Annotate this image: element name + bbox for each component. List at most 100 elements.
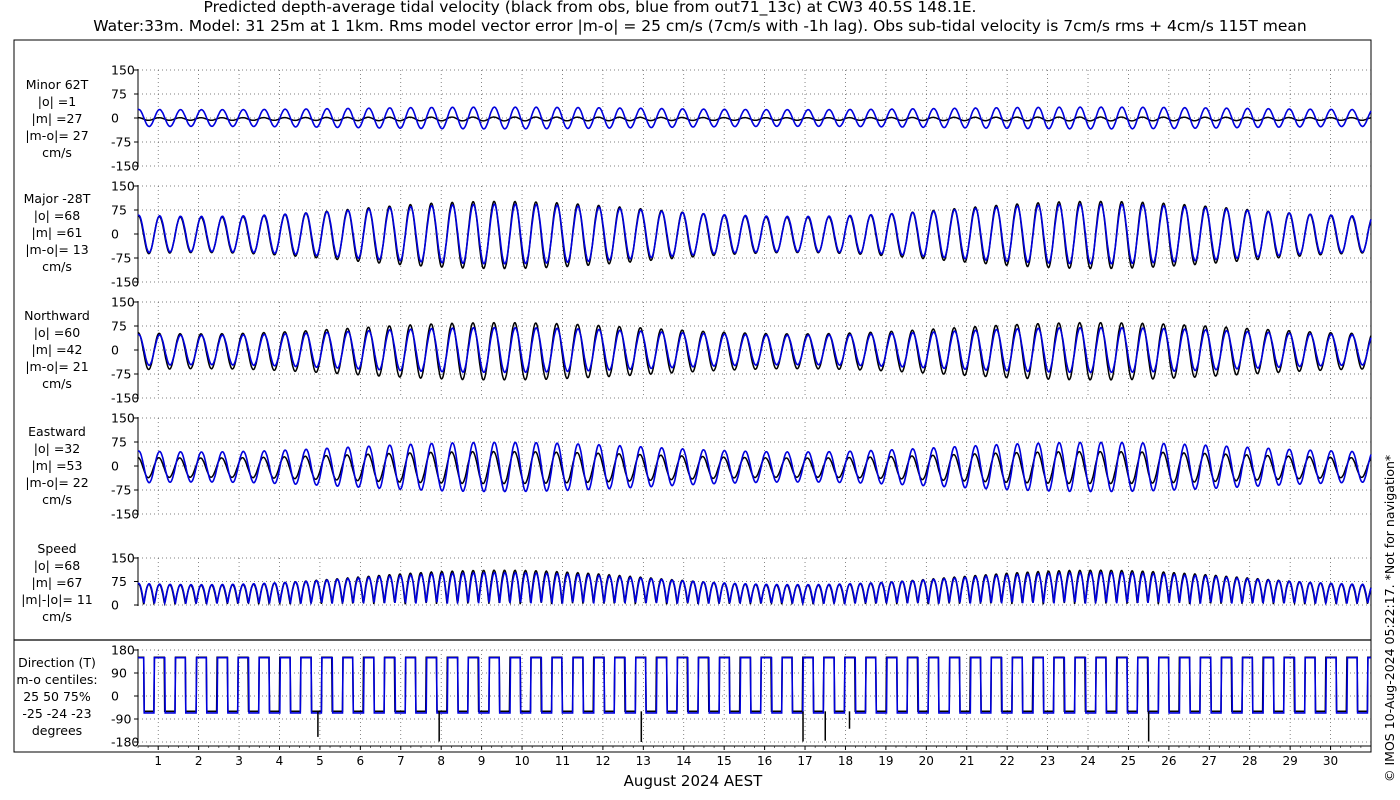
panel-label-speed: cm/s	[42, 609, 72, 624]
panel-label-minor: Minor 62T	[26, 77, 89, 92]
y-tick-label-east: 150	[111, 411, 135, 426]
plot-frame	[13, 39, 1372, 753]
panel-label-north: cm/s	[42, 376, 72, 391]
panel-label-east: |m-o|= 22	[25, 475, 88, 490]
x-tick-label: 4	[276, 754, 284, 768]
x-tick-label: 3	[235, 754, 243, 768]
y-tick-label-north: -150	[111, 391, 139, 406]
panel-label-major: |m-o|= 13	[25, 242, 88, 257]
y-tick-label-minor: -75	[111, 135, 131, 150]
y-tick-label-speed: 150	[111, 551, 135, 566]
series-model-speed	[137, 571, 1372, 607]
panel-label-speed: |o| =68	[34, 558, 80, 573]
y-tick-label-speed: 0	[111, 598, 119, 613]
panel-label-east: cm/s	[42, 492, 72, 507]
panel-label-direction: Direction (T)	[18, 655, 96, 670]
panel-speed: 0 75 150 Speed |o| =68 |m| =67 |m|-|o|= 11 cm/s	[21, 541, 1372, 624]
y-tick-label-direction: 180	[111, 643, 135, 658]
x-tick-label: 28	[1242, 754, 1257, 768]
y-tick-label-major: 150	[111, 179, 135, 194]
y-tick-label-north: 75	[111, 319, 127, 334]
x-tick-label: 21	[959, 754, 974, 768]
x-tick-label: 15	[717, 754, 732, 768]
y-tick-label-direction: -90	[111, 712, 131, 727]
series-obs-direction	[138, 656, 1371, 713]
y-tick-label-east: 0	[111, 459, 119, 474]
y-tick-label-major: -150	[111, 275, 139, 290]
panel-label-major: |m| =61	[32, 225, 83, 240]
y-tick-label-major: 75	[111, 203, 127, 218]
panel-label-major: cm/s	[42, 259, 72, 274]
y-tick-label-speed: 75	[111, 574, 127, 589]
panel-label-east: |o| =32	[34, 441, 80, 456]
panel-east: -150 -75 0 75 150 Eastward |o| =32 |m| =53 |m-o|…	[25, 411, 1372, 522]
panel-label-minor: |m| =27	[32, 111, 83, 126]
y-tick-label-minor: 150	[111, 63, 135, 78]
y-tick-label-east: -75	[111, 483, 131, 498]
panel-label-minor: cm/s	[42, 145, 72, 160]
panel-label-north: |o| =60	[34, 325, 80, 340]
x-tick-label: 2	[195, 754, 203, 768]
panel-label-speed: |m|-|o|= 11	[21, 592, 93, 607]
x-tick-label: 29	[1283, 754, 1298, 768]
x-tick-label: 27	[1202, 754, 1217, 768]
x-tick-label: 10	[514, 754, 529, 768]
series-model-direction	[138, 656, 1371, 714]
series-obs-east	[137, 450, 1372, 485]
tidal-velocity-chart: August 2024 AEST -150-75075150Minor 62T|…	[13, 39, 1372, 790]
x-tick-label: 13	[636, 754, 651, 768]
x-tick-label: 5	[316, 754, 324, 768]
y-tick-label-east: 75	[111, 435, 127, 450]
panel-label-north: |m| =42	[32, 342, 83, 357]
y-tick-label-minor: -150	[111, 159, 139, 174]
x-tick-label: 22	[1000, 754, 1015, 768]
panel-label-north: |m-o|= 21	[25, 359, 88, 374]
panel-label-east: Eastward	[28, 424, 86, 439]
x-tick-label: 6	[357, 754, 365, 768]
y-tick-label-direction: 0	[111, 689, 119, 704]
x-tick-label: 19	[878, 754, 893, 768]
panel-label-direction: degrees	[32, 723, 82, 738]
x-tick-label: 26	[1161, 754, 1176, 768]
series-model-east	[137, 441, 1372, 493]
panel-label-minor: |m-o|= 27	[25, 128, 88, 143]
x-axis-label: August 2024 AEST	[624, 772, 763, 790]
x-tick-label: 8	[437, 754, 445, 768]
y-tick-label-north: 0	[111, 343, 119, 358]
y-tick-label-north: 150	[111, 295, 135, 310]
x-tick-label: 20	[919, 754, 934, 768]
y-tick-label-minor: 75	[111, 87, 127, 102]
copyright-note: © IMOS 10-Aug-2024 05:22:17. *Not for na…	[1382, 454, 1397, 782]
x-tick-label: 30	[1323, 754, 1338, 768]
y-tick-label-direction: -180	[111, 735, 139, 750]
y-tick-label-major: 0	[111, 227, 119, 242]
x-tick-label: 17	[797, 754, 812, 768]
x-tick-label: 23	[1040, 754, 1055, 768]
panel-minor: -150 -75 0 75 150 Minor 62T |o| =1 |m| =27 |m-o|…	[25, 63, 1372, 174]
panels: -150-75075150Minor 62T|o| =1|m| =27|m-o|…	[16, 63, 1372, 768]
x-tick-label: 1	[154, 754, 162, 768]
panel-label-speed: Speed	[37, 541, 76, 556]
panel-label-direction: 25 50 75%	[23, 689, 91, 704]
y-tick-label-east: -150	[111, 507, 139, 522]
panel-label-direction: -25 -24 -23	[22, 706, 91, 721]
panel-north: -150 -75 0 75 150 Northward |o| =60 |m| =42 |m-o…	[24, 295, 1372, 406]
x-tick-label: 18	[838, 754, 853, 768]
panel-label-major: Major -28T	[24, 191, 91, 206]
y-tick-label-north: -75	[111, 367, 131, 382]
x-tick-label: 14	[676, 754, 691, 768]
panel-major: -150 -75 0 75 150 Major -28T |o| =68 |m| =61 |m-…	[24, 179, 1372, 290]
panel-label-north: Northward	[24, 308, 90, 323]
panel-label-major: |o| =68	[34, 208, 80, 223]
y-tick-label-major: -75	[111, 251, 131, 266]
panel-label-speed: |m| =67	[32, 575, 83, 590]
panel-label-direction: m-o centiles:	[16, 672, 97, 687]
x-tick-label: 24	[1080, 754, 1095, 768]
x-tick-label: 16	[757, 754, 772, 768]
x-tick-label: 11	[555, 754, 570, 768]
x-tick-label: 12	[595, 754, 610, 768]
panel-direction: -180 -90 0 90 180 Direction (T) m-o centiles: 2…	[16, 643, 1372, 768]
y-tick-label-minor: 0	[111, 111, 119, 126]
panel-label-minor: |o| =1	[38, 94, 76, 109]
y-tick-label-direction: 90	[111, 666, 127, 681]
